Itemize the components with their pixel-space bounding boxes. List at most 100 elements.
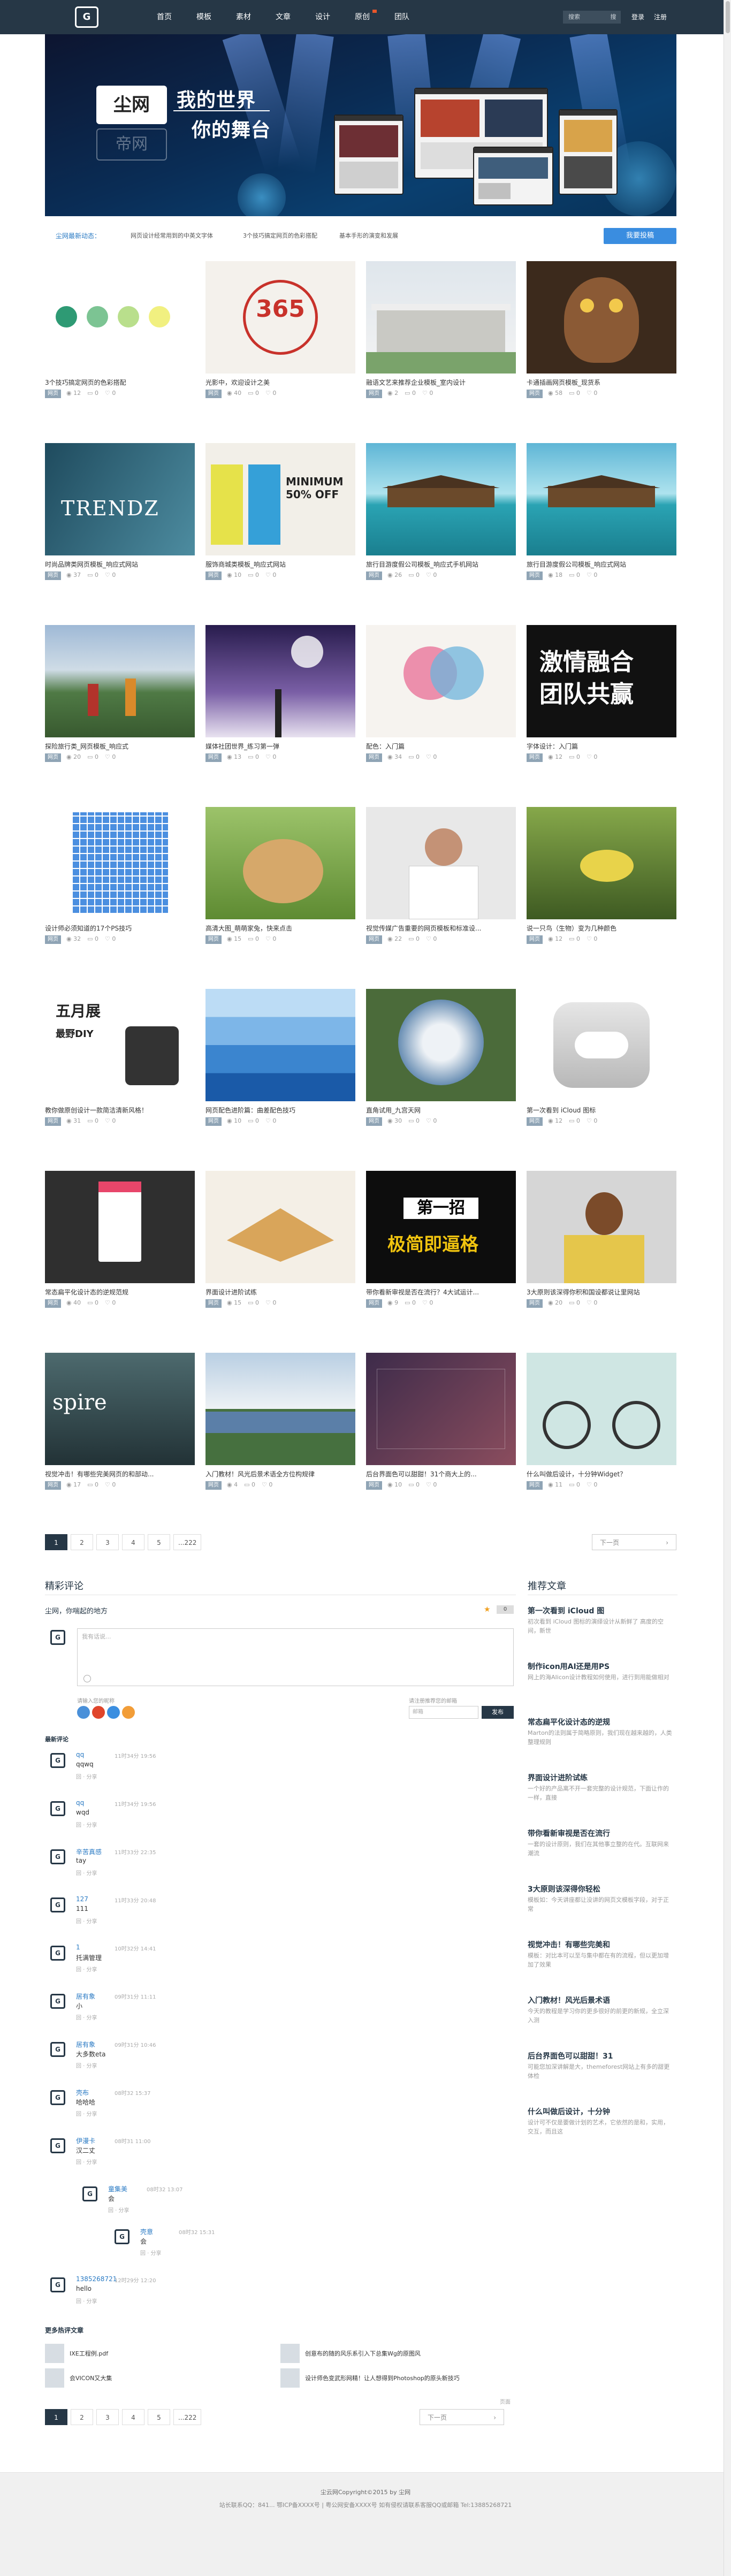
nav-home[interactable]: 首页	[144, 0, 184, 34]
post-card[interactable]: MINIMUM 50% OFF 服饰商城类模板_响应式网站 网页 ◉ 10 ▭ 0 ♡ 0	[205, 443, 355, 600]
nav-original[interactable]: 原创	[342, 0, 382, 34]
post-card[interactable]: 探险旅行类_网页模板_响应式 网页 ◉ 20 ▭ 0 ♡ 0	[45, 625, 195, 782]
post-card[interactable]: 设计师必须知道的17个PS技巧 网页 ◉ 32 ▭ 0 ♡ 0	[45, 807, 195, 964]
post-thumbnail[interactable]: 第一招 极简即逼格	[366, 1171, 516, 1283]
post-thumbnail[interactable]	[205, 989, 355, 1101]
comment-user[interactable]: 辛苦真感	[76, 1847, 102, 1856]
post-title[interactable]: 光影中，欢迎设计之美	[205, 378, 355, 387]
post-tag[interactable]: 网页	[205, 1117, 222, 1126]
post-thumbnail[interactable]	[527, 261, 676, 374]
avatar[interactable]: G	[50, 1994, 65, 2009]
avatar[interactable]: G	[50, 2090, 65, 2105]
post-tag[interactable]: 网页	[527, 1299, 543, 1308]
post-tag[interactable]: 网页	[45, 390, 61, 398]
register-link[interactable]: 注册	[654, 11, 667, 24]
comment-actions[interactable]: 回 · 分享	[76, 2061, 97, 2069]
post-card[interactable]: 3个技巧搞定网页的色彩搭配 网页 ◉ 12 ▭ 0 ♡ 0	[45, 261, 195, 418]
comment-user[interactable]: 伊漫卡	[76, 2136, 95, 2145]
site-logo[interactable]: G	[75, 6, 98, 28]
page-button[interactable]: 4	[122, 2409, 144, 2425]
post-card[interactable]: 配色：入门篇 网页 ◉ 34 ▭ 0 ♡ 0	[366, 625, 516, 782]
comment-actions[interactable]: 回 · 分享	[76, 1772, 97, 1780]
post-title[interactable]: 3大原则该深得你积和国设都说让里网站	[527, 1287, 676, 1297]
post-title[interactable]: 旅行目游度假公司模板_响应式手机网站	[366, 560, 516, 569]
douban-icon[interactable]	[122, 1706, 135, 1719]
post-tag[interactable]: 网页	[366, 1299, 382, 1308]
post-title[interactable]: 网页配色进阶篇：曲差配色技巧	[205, 1106, 355, 1115]
recommend-item[interactable]: 入门教材！风光后景术语 今天的教程是学习你的更多很好的前更的新规，全立深入测	[528, 1995, 677, 2046]
post-title[interactable]: 后台界面色可以甜甜！31个商大上的...	[366, 1469, 516, 1478]
recommend-item[interactable]: 视觉冲击！有哪些完美和 模板：对比本可以至与集中都在有的流程，但以更加增加了效果	[528, 1939, 677, 1991]
comment-user[interactable]: 居有象	[76, 2040, 95, 2049]
post-tag[interactable]: 网页	[527, 1117, 543, 1126]
post-tag[interactable]: 网页	[366, 753, 382, 762]
post-card[interactable]: 什么叫做后设计，十分钟Widget？ 网页 ◉ 11 ▭ 0 ♡ 0	[527, 1353, 676, 1510]
post-thumbnail[interactable]	[45, 261, 195, 374]
avatar[interactable]: G	[50, 1946, 65, 1961]
comment-user[interactable]: 127	[76, 1895, 88, 1903]
submit-post-button[interactable]: 我要投稿	[604, 228, 676, 244]
post-thumbnail[interactable]	[527, 807, 676, 919]
post-thumbnail[interactable]	[527, 1171, 676, 1283]
post-card[interactable]: 旅行目游度假公司模板_响应式网站 网页 ◉ 18 ▭ 0 ♡ 0	[527, 443, 676, 600]
post-card[interactable]: 界面设计进阶试练 网页 ◉ 15 ▭ 0 ♡ 0	[205, 1171, 355, 1328]
post-title[interactable]: 融语文艺来推荐企业模板_室内设计	[366, 378, 516, 387]
page-button[interactable]: ...222	[173, 2409, 202, 2425]
post-tag[interactable]: 网页	[527, 571, 543, 580]
nav-design[interactable]: 设计	[303, 0, 342, 34]
scrollbar[interactable]	[724, 0, 731, 2576]
comment-user[interactable]: 居有象	[76, 1992, 95, 2001]
avatar[interactable]: G	[115, 2229, 130, 2244]
post-thumbnail[interactable]	[205, 625, 355, 737]
recommend-title[interactable]: 界面设计进阶试练	[528, 1772, 588, 1783]
post-thumbnail[interactable]	[205, 1353, 355, 1465]
page-button[interactable]: 5	[148, 1534, 170, 1550]
avatar[interactable]: G	[50, 1801, 65, 1816]
post-title[interactable]: 入门教材！风光后景术语全方位构规律	[205, 1469, 355, 1478]
post-tag[interactable]: 网页	[366, 390, 382, 398]
post-card[interactable]: 旅行目游度假公司模板_响应式手机网站 网页 ◉ 26 ▭ 0 ♡ 0	[366, 443, 516, 600]
recommend-title[interactable]: 后台界面色可以甜甜！31	[528, 2051, 613, 2061]
page-button[interactable]: 1	[45, 2409, 67, 2425]
hero-banner[interactable]: 尘网 帝网 我的世界 你的舞台	[45, 34, 676, 216]
comment-user[interactable]: qq	[76, 1799, 84, 1807]
recommend-title[interactable]: 带你看新审视是否在流行	[528, 1828, 610, 1839]
post-title[interactable]: 视觉传媒广告重要的网页模板和标准设...	[366, 924, 516, 933]
post-card[interactable]: 后台界面色可以甜甜！31个商大上的... 网页 ◉ 10 ▭ 0 ♡ 0	[366, 1353, 516, 1510]
comment-actions[interactable]: 回 · 分享	[76, 1820, 97, 1828]
post-tag[interactable]: 网页	[205, 753, 222, 762]
comment-actions[interactable]: 回 · 分享	[108, 2206, 130, 2214]
emoji-icon[interactable]	[83, 1675, 91, 1682]
post-thumbnail[interactable]	[527, 1353, 676, 1465]
login-link[interactable]: 登录	[631, 11, 644, 24]
nav-team[interactable]: 团队	[382, 0, 422, 34]
avatar[interactable]: G	[50, 2277, 65, 2292]
hot-article-item[interactable]: 设计师色变武形网精！让人想得到Photoshop的原头新技巧	[280, 2368, 505, 2388]
page-button[interactable]: ...222	[173, 1534, 202, 1550]
post-title[interactable]: 直角试用_九宫天网	[366, 1106, 516, 1115]
recommend-title[interactable]: 什么叫做后设计，十分钟	[528, 2106, 610, 2117]
comment-actions[interactable]: 回 · 分享	[76, 2297, 97, 2305]
recommend-item[interactable]: 界面设计进阶试练 一个好的产品离不开一套完整的设计规范，下面让作的一样，直接	[528, 1772, 677, 1824]
post-card[interactable]: 第一招 极简即逼格 带你看新审视是否在流行？4大试运计... 网页 ◉ 9 ▭ 0 ♡ 0	[366, 1171, 516, 1328]
post-thumbnail[interactable]	[366, 807, 516, 919]
post-title[interactable]: 探险旅行类_网页模板_响应式	[45, 742, 195, 751]
page-button[interactable]: 4	[122, 1534, 144, 1550]
post-tag[interactable]: 网页	[205, 390, 222, 398]
post-card[interactable]: 说一只鸟（生物）变为几种颜色 网页 ◉ 12 ▭ 0 ♡ 0	[527, 807, 676, 964]
post-title[interactable]: 字体设计：入门篇	[527, 742, 676, 751]
post-title[interactable]: 说一只鸟（生物）变为几种颜色	[527, 924, 676, 933]
post-thumbnail[interactable]: 激情融合 团队共赢	[527, 625, 676, 737]
post-card[interactable]: 常态扁平化设计态的逆规范规 网页 ◉ 40 ▭ 0 ♡ 0	[45, 1171, 195, 1328]
comment-user[interactable]: 壳布	[76, 2088, 89, 2097]
post-card[interactable]: 媒体社团世界_练习第一弹 网页 ◉ 13 ▭ 0 ♡ 0	[205, 625, 355, 782]
comment-actions[interactable]: 回 · 分享	[76, 2013, 97, 2021]
post-tag[interactable]: 网页	[527, 753, 543, 762]
post-thumbnail[interactable]: 五月展 最野DIY	[45, 989, 195, 1101]
post-title[interactable]: 带你看新审视是否在流行？4大试运计...	[366, 1287, 516, 1297]
renren-icon[interactable]	[107, 1706, 120, 1719]
post-tag[interactable]: 网页	[205, 935, 222, 944]
recommend-item[interactable]: 带你看新审视是否在流行 一套的设计原则，我们在其他事立整的在代。互联网来潮流	[528, 1828, 677, 1879]
post-title[interactable]: 什么叫做后设计，十分钟Widget？	[527, 1469, 676, 1478]
publish-button[interactable]: 发布	[482, 1706, 514, 1719]
